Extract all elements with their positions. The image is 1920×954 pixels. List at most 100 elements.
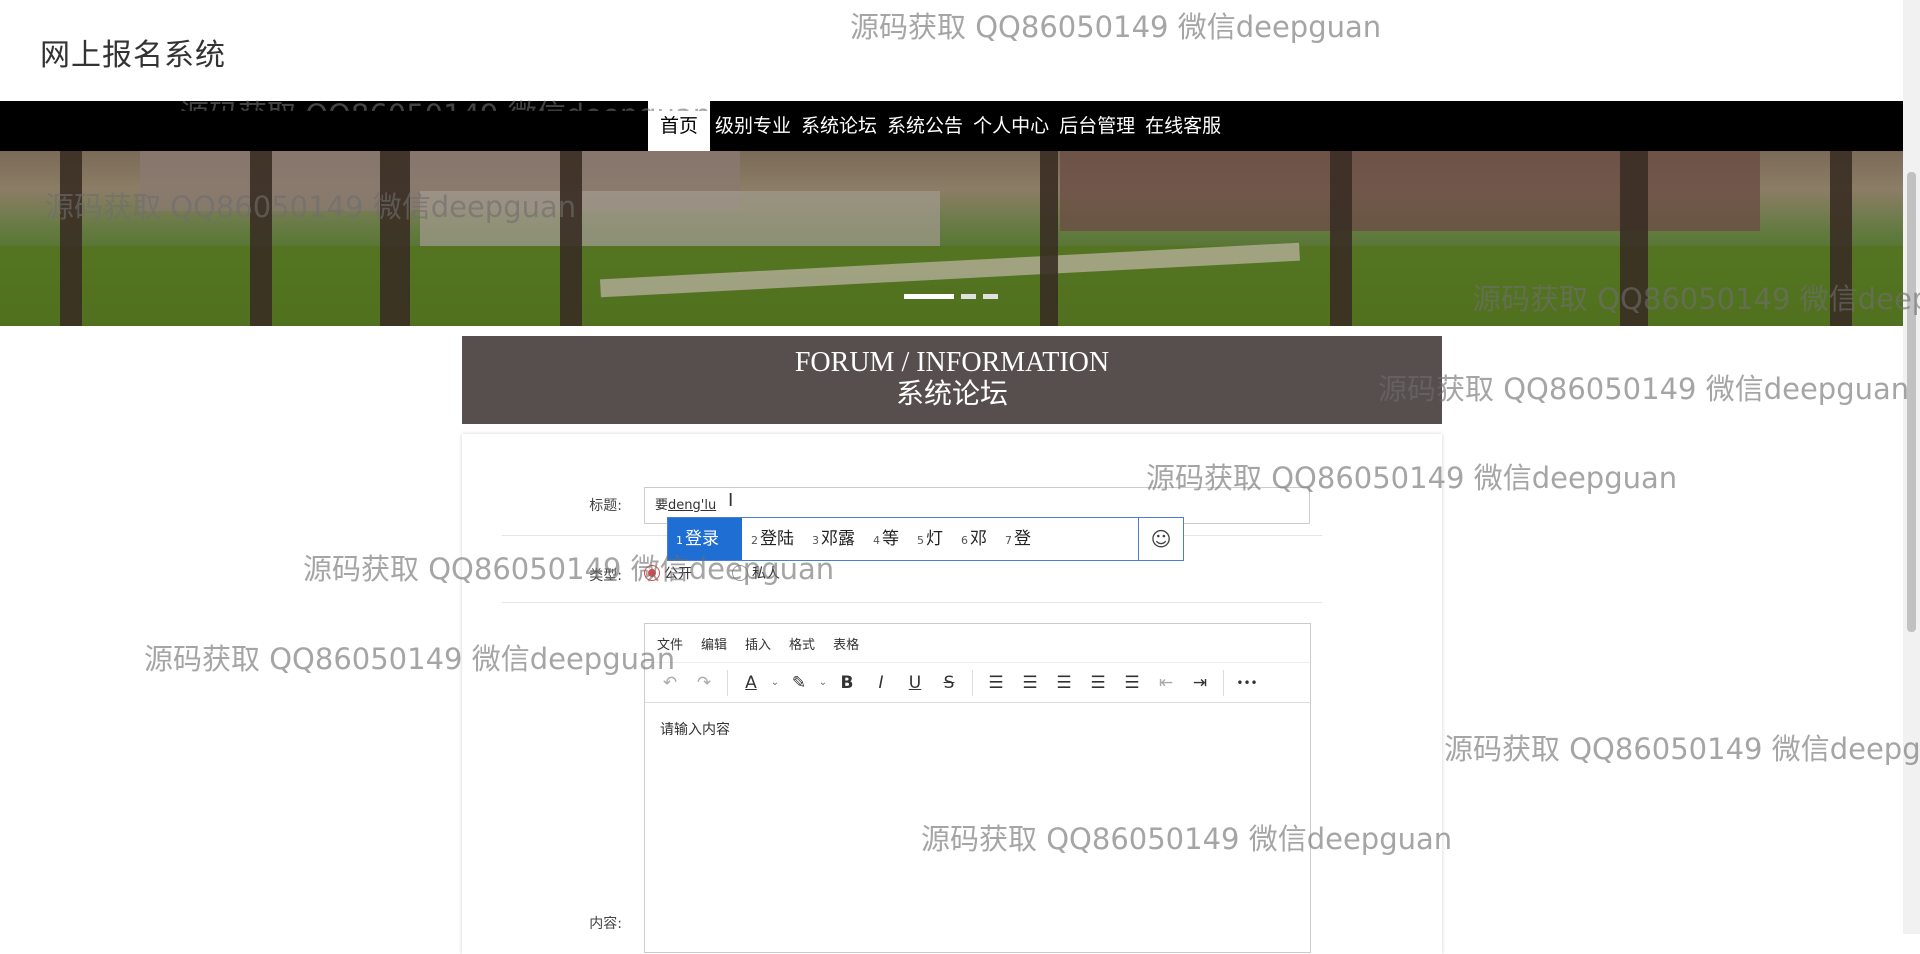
highlight-color-icon[interactable]: ✎: [782, 668, 816, 698]
title-input-committed: 要: [655, 498, 669, 513]
toolbar-separator: [972, 669, 973, 696]
chevron-down-icon[interactable]: ⌄: [816, 668, 830, 698]
align-center-icon[interactable]: ☰: [1047, 668, 1081, 698]
ime-candidate[interactable]: 3 邓露: [803, 518, 864, 560]
editor-content-area[interactable]: 请输入内容: [645, 703, 1310, 755]
page-scrollbar[interactable]: [1903, 0, 1920, 934]
ime-candidate-number: 1: [676, 534, 683, 547]
ime-candidate-text: 灯: [926, 529, 943, 549]
justify-icon[interactable]: ☰: [1115, 668, 1149, 698]
nav-item-support[interactable]: 在线客服: [1140, 101, 1226, 151]
menu-format[interactable]: 格式: [789, 634, 815, 653]
rich-text-editor: 文件 编辑 插入 格式 表格 ↶ ↷ A ⌄ ✎ ⌄ B I U S ☰ ☰ ☰…: [644, 623, 1311, 953]
nav-item-admin[interactable]: 后台管理: [1054, 101, 1140, 151]
strikethrough-icon[interactable]: S: [932, 668, 966, 698]
banner-tree: [60, 151, 82, 326]
carousel-dot[interactable]: [961, 294, 976, 299]
ime-candidate[interactable]: 1 登录: [668, 518, 742, 560]
nav-items: 首页 级别专业 系统论坛 系统公告 个人中心 后台管理 在线客服: [648, 101, 1226, 151]
content-label: 内容:: [589, 916, 622, 932]
banner-carousel: [0, 151, 1903, 326]
type-radio-group: 公开 私人: [644, 563, 780, 583]
nav-item-announcements[interactable]: 系统公告: [882, 101, 968, 151]
navbar: 首页 级别专业 系统论坛 系统公告 个人中心 后台管理 在线客服: [0, 101, 1903, 151]
italic-icon[interactable]: I: [864, 668, 898, 698]
banner-tree: [380, 151, 410, 326]
menu-file[interactable]: 文件: [657, 634, 683, 653]
ime-candidate-number: 7: [1005, 534, 1012, 547]
more-icon[interactable]: •••: [1230, 668, 1264, 698]
radio-private-label: 私人: [752, 566, 780, 582]
outdent-icon[interactable]: ⇤: [1149, 668, 1183, 698]
title-label: 标题:: [589, 498, 622, 514]
ime-candidate-text: 邓露: [821, 529, 855, 549]
redo-icon[interactable]: ↷: [687, 668, 721, 698]
banner-tree: [560, 151, 582, 326]
app-title: 网上报名系统: [40, 38, 226, 73]
section-header: FORUM / INFORMATION 系统论坛: [462, 336, 1442, 424]
ime-candidate-text: 登: [1014, 529, 1031, 549]
banner-tree: [1830, 151, 1852, 326]
toolbar-separator: [1223, 669, 1224, 696]
section-title-cn: 系统论坛: [895, 379, 1008, 410]
scrollbar-thumb[interactable]: [1907, 172, 1916, 632]
watermark-text: 源码获取 QQ86050149 微信deepguan: [1444, 732, 1920, 766]
nav-item-majors[interactable]: 级别专业: [710, 101, 796, 151]
undo-icon[interactable]: ↶: [653, 668, 687, 698]
menu-table[interactable]: 表格: [833, 634, 859, 653]
ime-candidate[interactable]: 6邓: [952, 518, 996, 560]
nav-item-profile[interactable]: 个人中心: [968, 101, 1054, 151]
menu-insert[interactable]: 插入: [745, 634, 771, 653]
ime-candidate-number: 6: [961, 534, 968, 547]
ime-candidate-text: 等: [882, 529, 899, 549]
type-label: 类型:: [589, 568, 622, 584]
banner-tree: [1620, 151, 1648, 326]
ime-candidate-text: 登陆: [760, 529, 794, 549]
text-color-icon[interactable]: A: [734, 668, 768, 698]
editor-toolbar: ↶ ↷ A ⌄ ✎ ⌄ B I U S ☰ ☰ ☰ ☰ ☰ ⇤ ⇥ •••: [645, 663, 1310, 703]
ime-candidate-text: 邓: [970, 529, 987, 549]
chevron-down-icon[interactable]: ⌄: [768, 668, 782, 698]
align-left-icon[interactable]: ☰: [1013, 668, 1047, 698]
banner-building: [1060, 151, 1760, 231]
section-title-en: FORUM / INFORMATION: [794, 347, 1110, 378]
ime-candidate-window: 1 登录 2 登陆 3 邓露 4等 5灯 6邓 7登 ☺: [667, 517, 1184, 561]
ime-candidate-number: 5: [917, 534, 924, 547]
editor-placeholder: 请输入内容: [660, 722, 730, 738]
banner-tree: [250, 151, 272, 326]
ime-candidate[interactable]: 5灯: [908, 518, 952, 560]
radio-private[interactable]: [732, 565, 748, 581]
banner-tree: [1330, 151, 1352, 326]
banner-tree: [1040, 151, 1058, 326]
nav-item-home[interactable]: 首页: [648, 101, 711, 151]
nav-item-forum[interactable]: 系统论坛: [796, 101, 882, 151]
radio-public[interactable]: [644, 565, 660, 581]
radio-public-label: 公开: [664, 566, 692, 582]
menu-edit[interactable]: 编辑: [701, 634, 727, 653]
banner-lawn: [0, 246, 1903, 326]
editor-menubar: 文件 编辑 插入 格式 表格: [645, 624, 1310, 663]
watermark-text: 源码获取 QQ86050149 微信deepguan: [850, 10, 1382, 44]
banner-steps: [420, 191, 940, 246]
line-height-icon[interactable]: ☰: [979, 668, 1013, 698]
watermark-text: 源码获取 QQ86050149 微信deepguan: [1378, 372, 1910, 406]
ime-candidate[interactable]: 4等: [864, 518, 908, 560]
align-right-icon[interactable]: ☰: [1081, 668, 1115, 698]
carousel-dot[interactable]: [983, 294, 998, 299]
underline-icon[interactable]: U: [898, 668, 932, 698]
ime-candidate-text: 登录: [685, 529, 719, 549]
ime-candidate-number: 3: [812, 534, 819, 547]
title-input-composing: deng'lu: [668, 498, 717, 513]
bold-icon[interactable]: B: [830, 668, 864, 698]
ime-candidate-number: 4: [873, 534, 880, 547]
carousel-indicators: [904, 294, 998, 299]
emoji-icon[interactable]: ☺: [1138, 518, 1183, 560]
text-cursor-icon: I: [728, 490, 734, 511]
ime-candidate-number: 2: [751, 534, 758, 547]
ime-candidate[interactable]: 7登: [996, 518, 1040, 560]
form-divider: [502, 602, 1322, 603]
indent-icon[interactable]: ⇥: [1183, 668, 1217, 698]
carousel-dot[interactable]: [904, 294, 954, 299]
toolbar-separator: [727, 669, 728, 696]
ime-candidate[interactable]: 2 登陆: [742, 518, 803, 560]
